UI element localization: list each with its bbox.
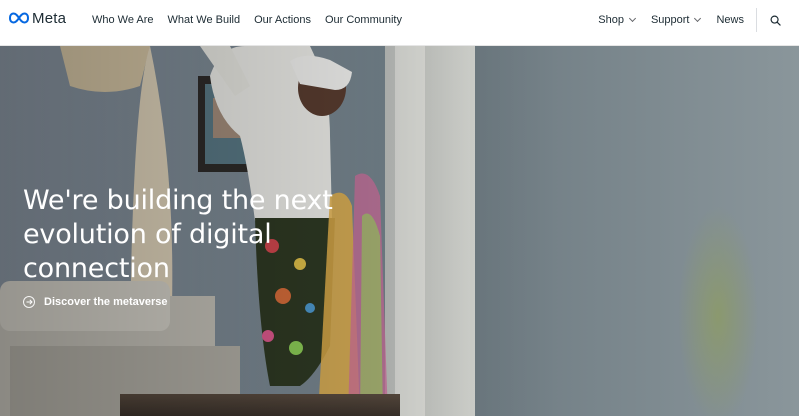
hero-headline: We're building the next evolution of dig…: [23, 185, 333, 284]
nav-support[interactable]: Support: [650, 0, 702, 40]
nav-news[interactable]: News: [716, 0, 744, 40]
hero-section: We're building the next evolution of dig…: [0, 46, 799, 416]
nav-support-label: Support: [650, 14, 690, 26]
nav-what-we-build[interactable]: What We Build: [168, 0, 241, 40]
chevron-down-icon: [694, 14, 702, 23]
nav-our-community[interactable]: Our Community: [325, 0, 402, 40]
search-icon: [770, 15, 781, 26]
nav-shop[interactable]: Shop: [598, 0, 636, 40]
nav-shop-label: Shop: [598, 14, 624, 26]
arrow-right-circle-icon: [23, 296, 35, 308]
nav-our-actions[interactable]: Our Actions: [254, 0, 311, 40]
discover-metaverse-label: Discover the metaverse: [44, 296, 168, 308]
nav-divider: [756, 8, 757, 32]
nav-who-we-are[interactable]: Who We Are: [92, 0, 154, 40]
search-button[interactable]: [765, 10, 785, 30]
secondary-nav: Shop Support News: [598, 0, 799, 40]
page: Meta Who We Are What We Build Our Action…: [0, 0, 799, 416]
meta-logo-link[interactable]: Meta: [8, 9, 66, 27]
chevron-down-icon: [628, 14, 636, 23]
primary-nav: Who We Are What We Build Our Actions Our…: [92, 0, 416, 40]
discover-metaverse-link[interactable]: Discover the metaverse: [23, 296, 168, 308]
brand-name: Meta: [32, 9, 67, 27]
top-navigation: Meta Who We Are What We Build Our Action…: [0, 0, 799, 46]
meta-infinity-logo-icon: [8, 12, 30, 24]
